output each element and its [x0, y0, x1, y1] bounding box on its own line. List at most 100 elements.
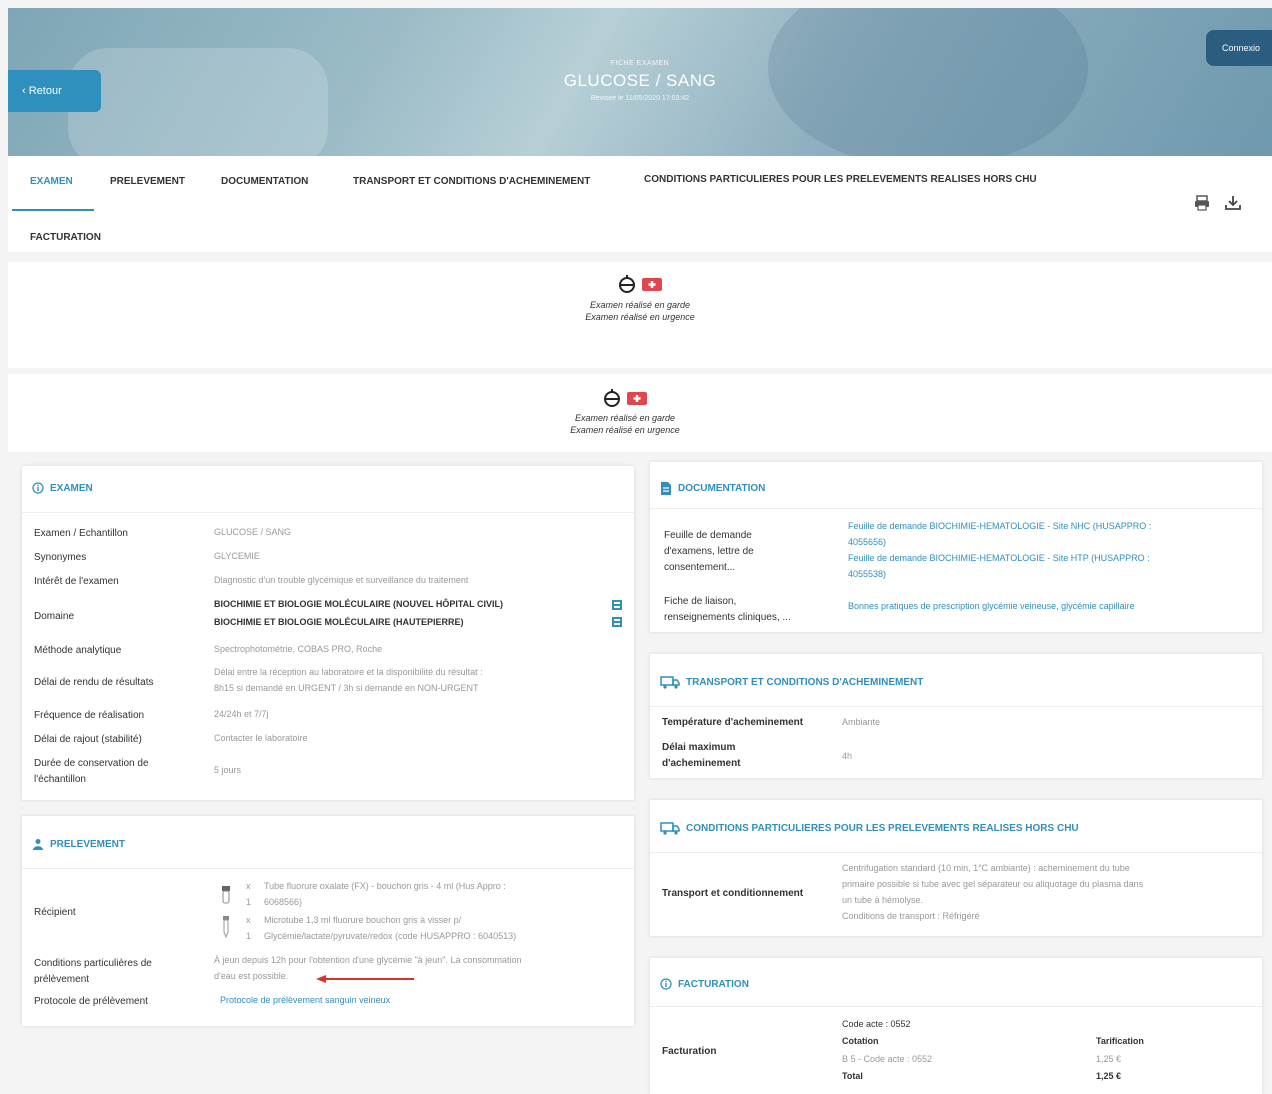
- feuille-htp-link-code[interactable]: 4055538): [848, 566, 886, 582]
- feuille-nhc-link-code[interactable]: 4055656): [848, 534, 886, 550]
- protocole-link[interactable]: Protocole de prélèvement sanguin veineux: [220, 992, 390, 1008]
- badge-icons: [0, 388, 1272, 408]
- urgence-icon: [627, 392, 647, 405]
- header-title-block: FICHE EXAMEN GLUCOSE / SANG Révisée le 1…: [8, 60, 1272, 102]
- person-icon: [33, 839, 43, 850]
- rajout-value: Contacter le laboratoire: [214, 733, 308, 743]
- documentation-title-text: DOCUMENTATION: [678, 483, 766, 494]
- garde-icon: [604, 389, 620, 407]
- examen-card-title: EXAMEN: [32, 482, 93, 494]
- conditions-label-2: prélèvement: [34, 974, 90, 985]
- tab-documentation[interactable]: DOCUMENTATION: [221, 176, 308, 187]
- conditions-value-1: Centrifugation standard (10 min, 1°C amb…: [842, 863, 1130, 873]
- examen-card: EXAMEN Examen / Echantillon GLUCOSE / SA…: [22, 466, 634, 800]
- domaine-value-nhc: BIOCHIMIE ET BIOLOGIE MOLÉCULAIRE (NOUVE…: [214, 599, 504, 609]
- garde-icon: [619, 275, 635, 293]
- feuille-htp-link[interactable]: Feuille de demande BIOCHIMIE-HEMATOLOGIE…: [848, 550, 1150, 566]
- truck-icon: [660, 676, 680, 689]
- cotation-value: B 5 - Code acte : 0552: [842, 1054, 933, 1064]
- domain-link-icon[interactable]: [612, 600, 622, 610]
- prelevement-card: PRELEVEMENT Récipient x 1 Tube fluorure …: [22, 816, 634, 1026]
- feuille-label-3: consentement...: [664, 562, 736, 573]
- examen-title-text: EXAMEN: [50, 482, 93, 494]
- recipient-1-code: 6068566): [264, 897, 303, 907]
- badge-urgence-text: Examen réalisé en urgence: [585, 312, 695, 322]
- facturation-card: FACTURATION Facturation Code acte : 0552…: [650, 958, 1262, 1094]
- divider: [650, 706, 1262, 707]
- active-tab-indicator: [12, 209, 94, 211]
- badge-garde-text: Examen réalisé en garde: [574, 413, 676, 423]
- tarification-value: 1,25 €: [1096, 1054, 1122, 1064]
- documentation-card-title: DOCUMENTATION: [660, 482, 765, 495]
- code-acte: Code acte : 0552: [842, 1019, 911, 1029]
- conditions-value-2: d'eau est possible.: [214, 971, 289, 981]
- download-icon[interactable]: [1224, 194, 1242, 212]
- facturation-label: Facturation: [662, 1046, 717, 1057]
- methode-label: Méthode analytique: [34, 645, 122, 656]
- tab-facturation[interactable]: FACTURATION: [30, 232, 101, 243]
- tab-transport[interactable]: TRANSPORT ET CONDITIONS D'ACHEMINEMENT: [353, 176, 590, 187]
- badge-urgence-text: Examen réalisé en urgence: [570, 425, 680, 435]
- delai-max-value: 4h: [842, 751, 853, 761]
- delai-rendu-label: Délai de rendu de résultats: [34, 677, 154, 688]
- tarification-label: Tarification: [1096, 1036, 1144, 1046]
- transport-title-text: TRANSPORT ET CONDITIONS D'ACHEMINEMENT: [686, 677, 924, 688]
- badge-garde-text: Examen réalisé en garde: [589, 300, 691, 310]
- domaine-label: Domaine: [34, 611, 75, 622]
- badge-panel: Examen réalisé en garde Examen réalisé e…: [8, 262, 1272, 368]
- tab-examen[interactable]: EXAMEN: [30, 176, 73, 187]
- divider: [22, 868, 634, 869]
- tab-bar: EXAMEN PRELEVEMENT DOCUMENTATION TRANSPO…: [8, 156, 1272, 252]
- print-icon[interactable]: [1193, 194, 1211, 212]
- facturation-title-text: FACTURATION: [678, 978, 749, 990]
- delai-max-label-2: d'acheminement: [662, 758, 741, 769]
- transport-card: TRANSPORT ET CONDITIONS D'ACHEMINEMENT T…: [650, 654, 1262, 778]
- delai-rendu-value: Délai entre la réception au laboratoire …: [214, 667, 483, 677]
- conditions-value: À jeun depuis 12h pour l'obtention d'une…: [214, 955, 522, 965]
- tab-conditions-hors-chu[interactable]: CONDITIONS PARTICULIERES POUR LES PRELEV…: [644, 174, 1037, 185]
- tab-prelevement[interactable]: PRELEVEMENT: [110, 176, 185, 187]
- synonymes-label: Synonymes: [34, 552, 87, 563]
- badge-panel: Examen réalisé en garde Examen réalisé e…: [8, 374, 1272, 452]
- urgence-icon: [642, 278, 662, 291]
- bonnes-pratiques-link[interactable]: Bonnes pratiques de prescription glycémi…: [848, 598, 1135, 614]
- conditions-value-2: primaire possible si tube avec gel sépar…: [842, 879, 1144, 889]
- revision-date: Révisée le 11/05/2020 17:03:42: [590, 95, 690, 102]
- divider: [650, 508, 1262, 509]
- recipient-2-code: Glycémie/lactate/pyruvate/redox (code HU…: [264, 931, 517, 941]
- page-header: ‹ Retour Connexio FICHE EXAMEN GLUCOSE /…: [8, 8, 1272, 156]
- conservation-label: Durée de conservation de: [34, 758, 149, 769]
- fiche-liaison-label-2: renseignements cliniques, ...: [664, 612, 791, 623]
- transport-card-title: TRANSPORT ET CONDITIONS D'ACHEMINEMENT: [660, 676, 923, 689]
- frequence-value: 24/24h et 7/7j: [214, 709, 269, 719]
- tube-icon: [222, 886, 230, 904]
- feuille-label: Feuille de demande: [664, 530, 752, 541]
- divider: [650, 852, 1262, 853]
- interet-value: Diagnostic d'un trouble glycémique et su…: [214, 575, 469, 585]
- document-icon: [661, 482, 671, 495]
- info-icon: [660, 978, 672, 990]
- feuille-nhc-link[interactable]: Feuille de demande BIOCHIMIE-HEMATOLOGIE…: [848, 518, 1151, 534]
- feuille-label-2: d'examens, lettre de: [664, 546, 754, 557]
- conditions-title-text: CONDITIONS PARTICULIERES POUR LES PRELEV…: [686, 823, 1079, 834]
- conditions-value-3: un tube à hémolyse.: [842, 895, 924, 905]
- domaine-value-htp: BIOCHIMIE ET BIOLOGIE MOLÉCULAIRE (HAUTE…: [214, 617, 464, 627]
- info-icon: [32, 482, 44, 494]
- domain-link-icon[interactable]: [612, 617, 622, 627]
- synonymes-value: GLYCEMIE: [214, 551, 260, 561]
- transport-conditionnement-label: Transport et conditionnement: [662, 888, 804, 899]
- protocole-label: Protocole de prélèvement: [34, 996, 148, 1007]
- documentation-card: DOCUMENTATION Feuille de demande d'exame…: [650, 462, 1262, 632]
- rajout-label: Délai de rajout (stabilité): [34, 734, 142, 745]
- methode-value: Spectrophotométrie, COBAS PRO, Roche: [214, 644, 383, 654]
- delai-rendu-value-detail: 8h15 si demandé en URGENT / 3h si demand…: [214, 683, 479, 693]
- divider: [650, 1006, 1262, 1007]
- facturation-card-title: FACTURATION: [660, 978, 749, 990]
- recipient-qty: x: [246, 881, 251, 891]
- interet-label: Intérêt de l'examen: [34, 576, 119, 587]
- conservation-label-2: l'échantillon: [34, 774, 86, 785]
- fiche-liaison-label: Fiche de liaison,: [664, 596, 737, 607]
- recipient-qty: 1: [246, 931, 252, 941]
- recipient-2: Microtube 1,3 ml fluorure bouchon gris à…: [264, 915, 462, 925]
- prelevement-card-title: PRELEVEMENT: [32, 838, 125, 850]
